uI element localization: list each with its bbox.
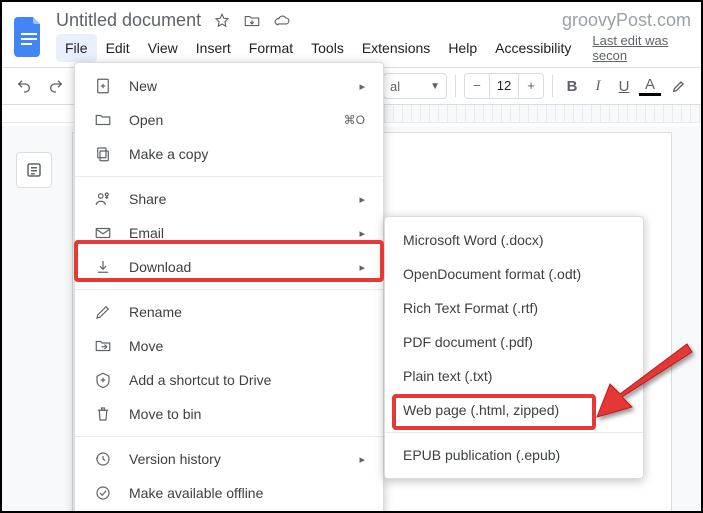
menu-make-copy-label: Make a copy (129, 146, 208, 162)
submenu-arrow-icon: ▸ (359, 193, 365, 206)
font-size-minus[interactable]: − (465, 74, 489, 98)
submenu-epub[interactable]: EPUB publication (.epub) (385, 438, 643, 472)
shortcut-icon (93, 370, 113, 390)
menu-help[interactable]: Help (439, 34, 486, 62)
history-icon (93, 449, 113, 469)
chevron-down-icon: ▼ (430, 81, 440, 92)
text-color-button[interactable]: A (639, 77, 661, 96)
move-folder-icon[interactable] (243, 12, 261, 30)
italic-button[interactable]: I (587, 78, 609, 95)
font-size-plus[interactable]: + (519, 74, 543, 98)
menu-file[interactable]: File (56, 34, 97, 62)
folder-icon (93, 110, 113, 130)
highlight-button[interactable] (665, 72, 693, 100)
submenu-arrow-icon: ▸ (359, 261, 365, 274)
font-family-selector[interactable]: al ▼ (383, 73, 447, 99)
font-family-partial: al (390, 79, 400, 94)
menu-move-to-bin-label: Move to bin (129, 406, 201, 422)
menu-move-label: Move (129, 338, 163, 354)
menu-email[interactable]: Email ▸ (75, 216, 383, 250)
download-icon (93, 257, 113, 277)
menu-version-history-label: Version history (129, 451, 221, 467)
move-icon (93, 336, 113, 356)
file-menu: New ▸ Open ⌘O Make a copy Share ▸ Email … (74, 62, 384, 513)
menu-offline-label: Make available offline (129, 485, 263, 501)
undo-button[interactable] (10, 72, 38, 100)
menu-insert[interactable]: Insert (187, 34, 240, 62)
rename-icon (93, 302, 113, 322)
submenu-odt[interactable]: OpenDocument format (.odt) (385, 257, 643, 291)
menu-add-shortcut[interactable]: Add a shortcut to Drive (75, 363, 383, 397)
font-size-value[interactable]: 12 (489, 74, 519, 98)
menu-open-label: Open (129, 112, 163, 128)
menu-new-label: New (129, 78, 157, 94)
menu-view[interactable]: View (139, 34, 187, 62)
new-doc-icon (93, 76, 113, 96)
offline-icon (93, 483, 113, 503)
docs-logo[interactable] (12, 15, 46, 59)
menu-open[interactable]: Open ⌘O (75, 103, 383, 137)
submenu-docx[interactable]: Microsoft Word (.docx) (385, 223, 643, 257)
underline-button[interactable]: U (613, 78, 635, 95)
doc-title[interactable]: Untitled document (56, 10, 201, 31)
font-size-stepper[interactable]: − 12 + (464, 73, 544, 99)
outline-toggle[interactable] (16, 152, 52, 188)
menu-version-history[interactable]: Version history ▸ (75, 442, 383, 476)
menu-edit[interactable]: Edit (97, 34, 139, 62)
menu-accessibility[interactable]: Accessibility (486, 34, 580, 62)
trash-icon (93, 404, 113, 424)
menu-share[interactable]: Share ▸ (75, 182, 383, 216)
menu-move-to-bin[interactable]: Move to bin (75, 397, 383, 431)
copy-icon (93, 144, 113, 164)
menu-offline[interactable]: Make available offline (75, 476, 383, 510)
menu-tools[interactable]: Tools (302, 34, 353, 62)
submenu-arrow-icon: ▸ (359, 227, 365, 240)
submenu-arrow-icon: ▸ (359, 80, 365, 93)
email-icon (93, 223, 113, 243)
last-edit-text[interactable]: Last edit was secon (592, 33, 691, 63)
submenu-rtf[interactable]: Rich Text Format (.rtf) (385, 291, 643, 325)
redo-button[interactable] (42, 72, 70, 100)
menu-rename[interactable]: Rename (75, 295, 383, 329)
menu-download-label: Download (129, 259, 191, 275)
menu-rename-label: Rename (129, 304, 182, 320)
menu-extensions[interactable]: Extensions (353, 34, 439, 62)
shortcut-text: ⌘O (344, 113, 365, 127)
menu-share-label: Share (129, 191, 166, 207)
menu-new[interactable]: New ▸ (75, 69, 383, 103)
share-icon (93, 189, 113, 209)
menu-format[interactable]: Format (240, 34, 302, 62)
star-icon[interactable] (213, 12, 231, 30)
submenu-arrow-icon: ▸ (359, 453, 365, 466)
bold-button[interactable]: B (561, 78, 583, 95)
menu-move[interactable]: Move (75, 329, 383, 363)
menu-download[interactable]: Download ▸ (75, 250, 383, 284)
menu-email-label: Email (129, 225, 164, 241)
menu-add-shortcut-label: Add a shortcut to Drive (129, 372, 271, 388)
annotation-arrow (582, 342, 702, 432)
menubar: File Edit View Insert Format Tools Exten… (56, 33, 691, 63)
cloud-status-icon[interactable] (273, 12, 291, 30)
menu-make-copy[interactable]: Make a copy (75, 137, 383, 171)
branding-watermark: groovyPost.com (562, 10, 691, 31)
